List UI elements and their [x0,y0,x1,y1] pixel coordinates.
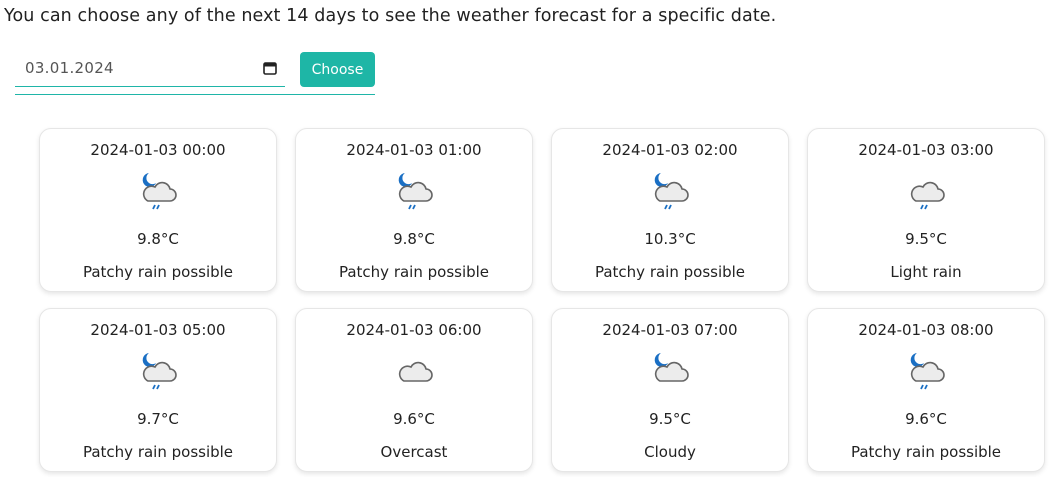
forecast-card: 2024-01-03 00:00 9.8°C Patchy rain possibl… [39,128,277,292]
forecast-card: 2024-01-03 08:00 9.6°C Patchy rain possibl… [807,308,1045,472]
forecast-condition: Patchy rain possible [82,263,234,281]
forecast-card: 2024-01-03 06:00 9.6°C Overcast [295,308,533,472]
forecast-card: 2024-01-03 02:00 10.3°C Patchy rain possib… [551,128,789,292]
date-input[interactable]: 03.01.2024 [15,52,285,87]
date-field-underline [15,94,375,95]
moon-cloud-rain-icon [142,173,177,210]
forecast-temperature: 10.3°C [644,230,696,248]
forecast-card: 2024-01-03 01:00 9.8°C Patchy rain possibl… [295,128,533,292]
date-value: 03.01.2024 [25,59,114,77]
cloud-rain-icon [910,181,945,210]
moon-cloud-rain-icon [142,353,177,390]
forecast-condition: Patchy rain possible [82,443,234,461]
forecast-time: 2024-01-03 00:00 [90,141,226,159]
forecast-card: 2024-01-03 07:00 9.5°C Cloudy [551,308,789,472]
forecast-temperature: 9.8°C [137,230,179,248]
forecast-temperature: 9.8°C [393,230,435,248]
forecast-time: 2024-01-03 01:00 [346,141,482,159]
forecast-time: 2024-01-03 06:00 [346,321,482,339]
forecast-condition: Cloudy [644,443,696,461]
forecast-temperature: 9.5°C [905,230,947,248]
calendar-icon[interactable] [263,61,277,75]
forecast-time: 2024-01-03 07:00 [602,321,738,339]
forecast-temperature: 9.7°C [137,410,179,428]
date-picker: 03.01.2024 Choose [15,52,375,95]
forecast-temperature: 9.6°C [393,410,435,428]
forecast-time: 2024-01-03 03:00 [858,141,994,159]
forecast-temperature: 9.5°C [649,410,691,428]
forecast-card: 2024-01-03 05:00 9.7°C Patchy rain possibl… [39,308,277,472]
forecast-condition: Patchy rain possible [594,263,746,281]
cloud-icon [398,361,433,382]
forecast-page: You can choose any of the next 14 days t… [0,0,1057,477]
moon-cloud-rain-icon [910,353,945,390]
forecast-condition: Patchy rain possible [850,443,1002,461]
moon-cloud-rain-icon [654,173,689,210]
forecast-temperature: 9.6°C [905,410,947,428]
intro-text: You can choose any of the next 14 days t… [4,6,777,26]
forecast-time: 2024-01-03 02:00 [602,141,738,159]
moon-cloud-rain-icon [398,173,433,210]
forecast-card: 2024-01-03 03:00 9.5°C Light rain [807,128,1045,292]
choose-button[interactable]: Choose [300,52,375,87]
forecast-time: 2024-01-03 08:00 [858,321,994,339]
forecast-condition: Overcast [380,443,448,461]
moon-cloud-icon [654,353,689,382]
forecast-time: 2024-01-03 05:00 [90,321,226,339]
forecast-condition: Patchy rain possible [338,263,490,281]
forecast-condition: Light rain [890,263,962,281]
